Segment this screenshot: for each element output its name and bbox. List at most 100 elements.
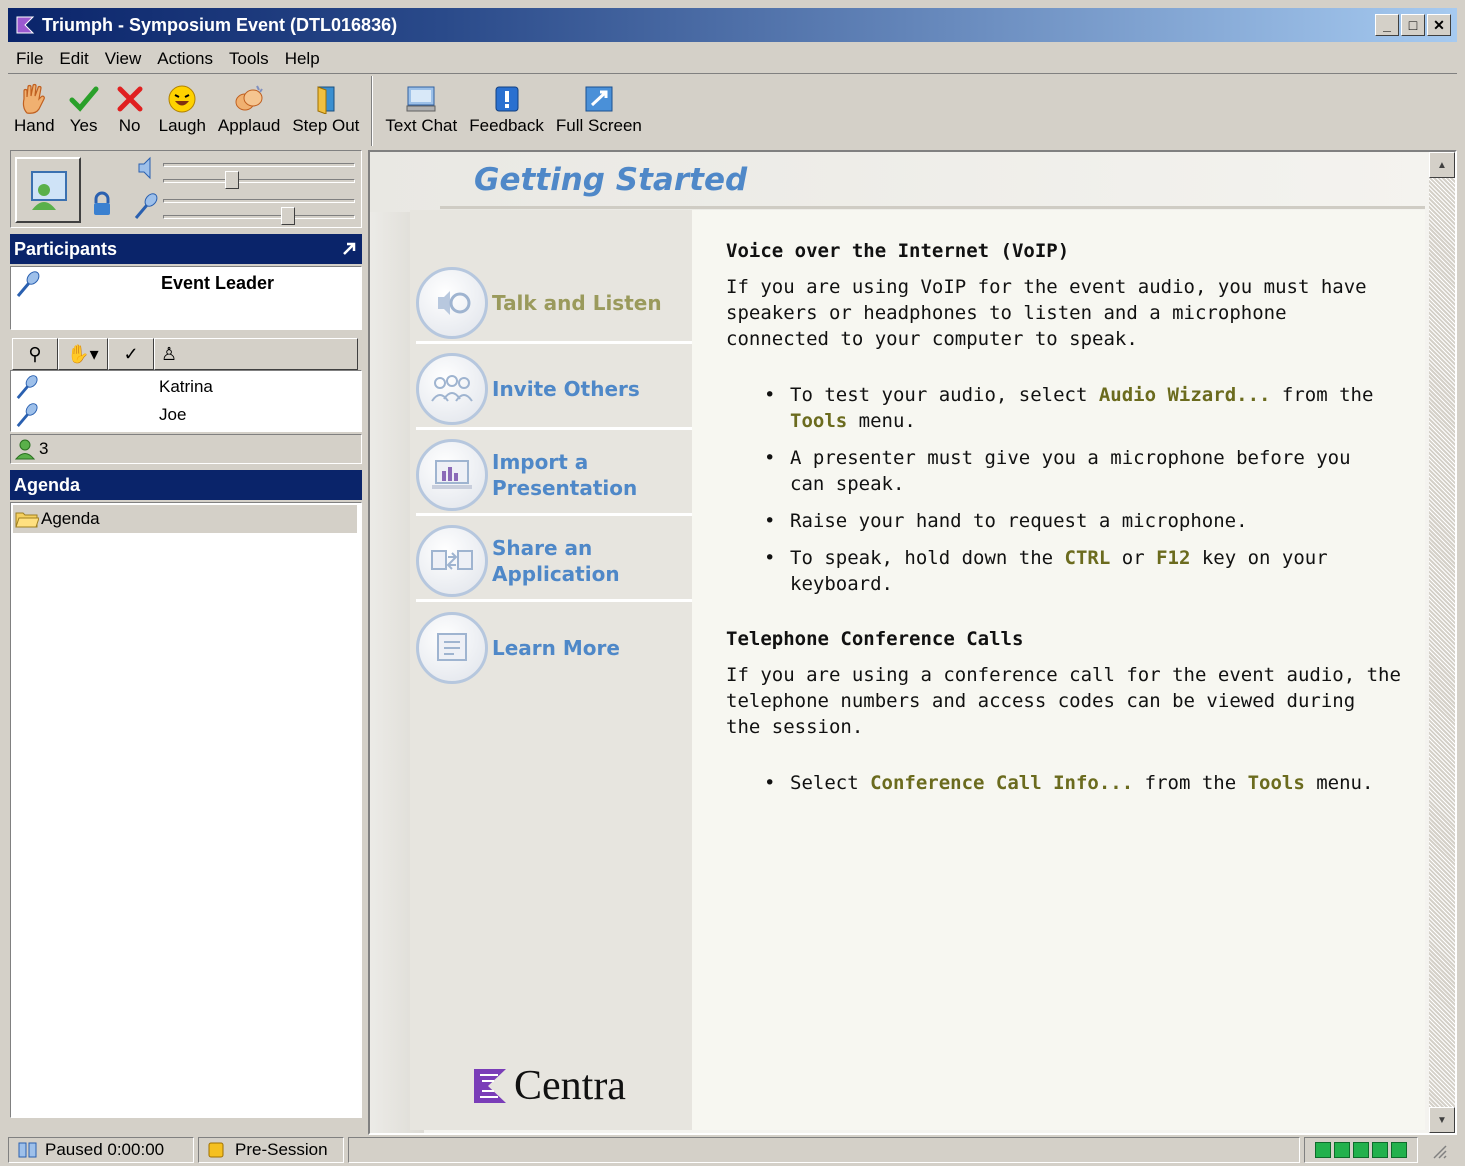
folder-icon [15, 512, 39, 528]
presenter-button[interactable] [15, 157, 81, 223]
voip-intro-line: speakers or headphones to listen and a m… [726, 302, 1287, 324]
maximize-button[interactable]: □ [1401, 14, 1425, 36]
applaud-icon [232, 82, 266, 116]
no-button[interactable]: No [107, 76, 153, 136]
presenter-icon [31, 171, 67, 210]
microphone-icon [134, 193, 158, 219]
menu-view[interactable]: View [97, 49, 150, 69]
participant-list: Katrina Joe [10, 370, 362, 432]
agenda-item-label: Agenda [41, 509, 100, 528]
vertical-scrollbar[interactable]: ▲ ▼ [1429, 152, 1455, 1133]
nav-share-application[interactable]: Share an Application [416, 522, 692, 602]
nav-import-presentation[interactable]: Import a Presentation [416, 436, 692, 516]
status-message [348, 1137, 1300, 1163]
paused-status: Paused 0:00:00 [8, 1137, 194, 1163]
mic-volume-slider-2[interactable] [163, 205, 355, 227]
participant-name: Joe [159, 405, 187, 424]
menu-tools[interactable]: Tools [221, 49, 277, 69]
text-chat-button[interactable]: Text Chat [379, 76, 463, 136]
no-label: No [118, 116, 141, 135]
expand-icon[interactable] [342, 242, 356, 256]
status-bar: Paused 0:00:00 Pre-Session [8, 1136, 1457, 1164]
connection-meter [1304, 1137, 1418, 1163]
media-controls [10, 150, 362, 228]
speaker-volume-slider-2[interactable] [163, 169, 355, 191]
participants-title: Participants [14, 238, 118, 259]
col-name[interactable]: ♙ [154, 338, 358, 370]
menu-edit[interactable]: Edit [51, 49, 96, 69]
yes-label: Yes [69, 116, 98, 135]
participants-header[interactable]: Participants [10, 234, 362, 264]
tel-intro-line: the session. [726, 716, 864, 738]
list-item[interactable]: Agenda [13, 505, 357, 533]
x-icon [113, 82, 147, 116]
minimize-button[interactable]: _ [1375, 14, 1399, 36]
list-item[interactable]: Joe [15, 401, 355, 429]
toolbar-separator [371, 76, 374, 146]
nav-label: Import a Presentation [492, 449, 638, 500]
feedback-icon [490, 82, 524, 116]
feedback-label: Feedback [469, 116, 544, 135]
yes-button[interactable]: Yes [61, 76, 107, 136]
hand-label: Hand [14, 116, 55, 135]
slider-thumb[interactable] [281, 207, 295, 225]
agenda-list: Agenda [10, 502, 362, 1118]
menu-actions[interactable]: Actions [149, 49, 221, 69]
resize-grip-icon[interactable] [1428, 1140, 1448, 1160]
centra-logo-icon [474, 1069, 506, 1103]
hand-button[interactable]: Hand [8, 76, 61, 136]
toolbar: Hand Yes No Laugh Applaud Step Out Text … [8, 76, 1457, 148]
scroll-up-button[interactable]: ▲ [1429, 152, 1455, 178]
tel-intro-line: telephone numbers and access codes can b… [726, 690, 1356, 712]
col-mic[interactable]: ⚲ [12, 338, 58, 370]
full-screen-label: Full Screen [555, 116, 642, 135]
feedback-button[interactable]: Feedback [463, 76, 550, 136]
tools-link[interactable]: Tools [1248, 772, 1305, 794]
applaud-label: Applaud [217, 116, 281, 135]
col-check[interactable]: ✓ [108, 338, 154, 370]
scroll-down-button[interactable]: ▼ [1429, 1107, 1455, 1133]
centra-app-icon[interactable] [14, 14, 36, 36]
nav-talk-and-listen[interactable]: Talk and Listen [416, 264, 692, 344]
applaud-button[interactable]: Applaud [212, 76, 286, 136]
nav-invite-others[interactable]: Invite Others [416, 350, 692, 430]
main-content-frame: Getting Started Talk and Listen Invite O… [368, 150, 1457, 1135]
hand-icon [17, 82, 51, 116]
session-status: Pre-Session [198, 1137, 344, 1163]
header-divider [440, 206, 1425, 209]
microphone-icon [16, 271, 40, 297]
close-button[interactable]: ✕ [1427, 14, 1451, 36]
import-presentation-icon [416, 438, 488, 511]
full-screen-icon [582, 82, 616, 116]
bullet-presenter-mic: A presenter must give you a microphone b… [762, 445, 1382, 497]
tools-link[interactable]: Tools [790, 410, 847, 432]
check-column-icon: ✓ [123, 343, 139, 364]
conference-call-info-link[interactable]: Conference Call Info... [870, 772, 1133, 794]
leader-list: Event Leader [10, 266, 362, 330]
mic-column-icon: ⚲ [28, 343, 42, 364]
audio-wizard-link[interactable]: Audio Wizard... [1099, 384, 1271, 406]
menu-file[interactable]: File [8, 49, 51, 69]
participant-name: Katrina [159, 377, 213, 396]
paused-text: Paused 0:00:00 [45, 1140, 165, 1159]
event-leader-name[interactable]: Event Leader [161, 273, 274, 294]
col-hand[interactable]: ✋▾ [58, 338, 108, 370]
list-item[interactable]: Katrina [15, 373, 355, 401]
laugh-button[interactable]: Laugh [153, 76, 212, 136]
microphone-icon [16, 403, 38, 427]
voip-intro-line: If you are using VoIP for the event audi… [726, 276, 1367, 298]
full-screen-button[interactable]: Full Screen [550, 76, 648, 136]
laugh-icon [165, 82, 199, 116]
slider-thumb[interactable] [225, 171, 239, 189]
nav-learn-more[interactable]: Learn More [416, 608, 692, 688]
text-chat-label: Text Chat [385, 116, 458, 135]
step-out-label: Step Out [292, 116, 360, 135]
participant-count-bar: 3 [10, 434, 362, 464]
step-out-icon [309, 82, 343, 116]
menu-help[interactable]: Help [277, 49, 328, 69]
agenda-header: Agenda [10, 470, 362, 500]
left-panel: Participants Event Leader ⚲ ✋▾ ✓ ♙ Katri… [10, 150, 362, 1135]
people-icon [15, 439, 35, 460]
lock-icon[interactable] [91, 191, 113, 217]
step-out-button[interactable]: Step Out [286, 76, 365, 136]
